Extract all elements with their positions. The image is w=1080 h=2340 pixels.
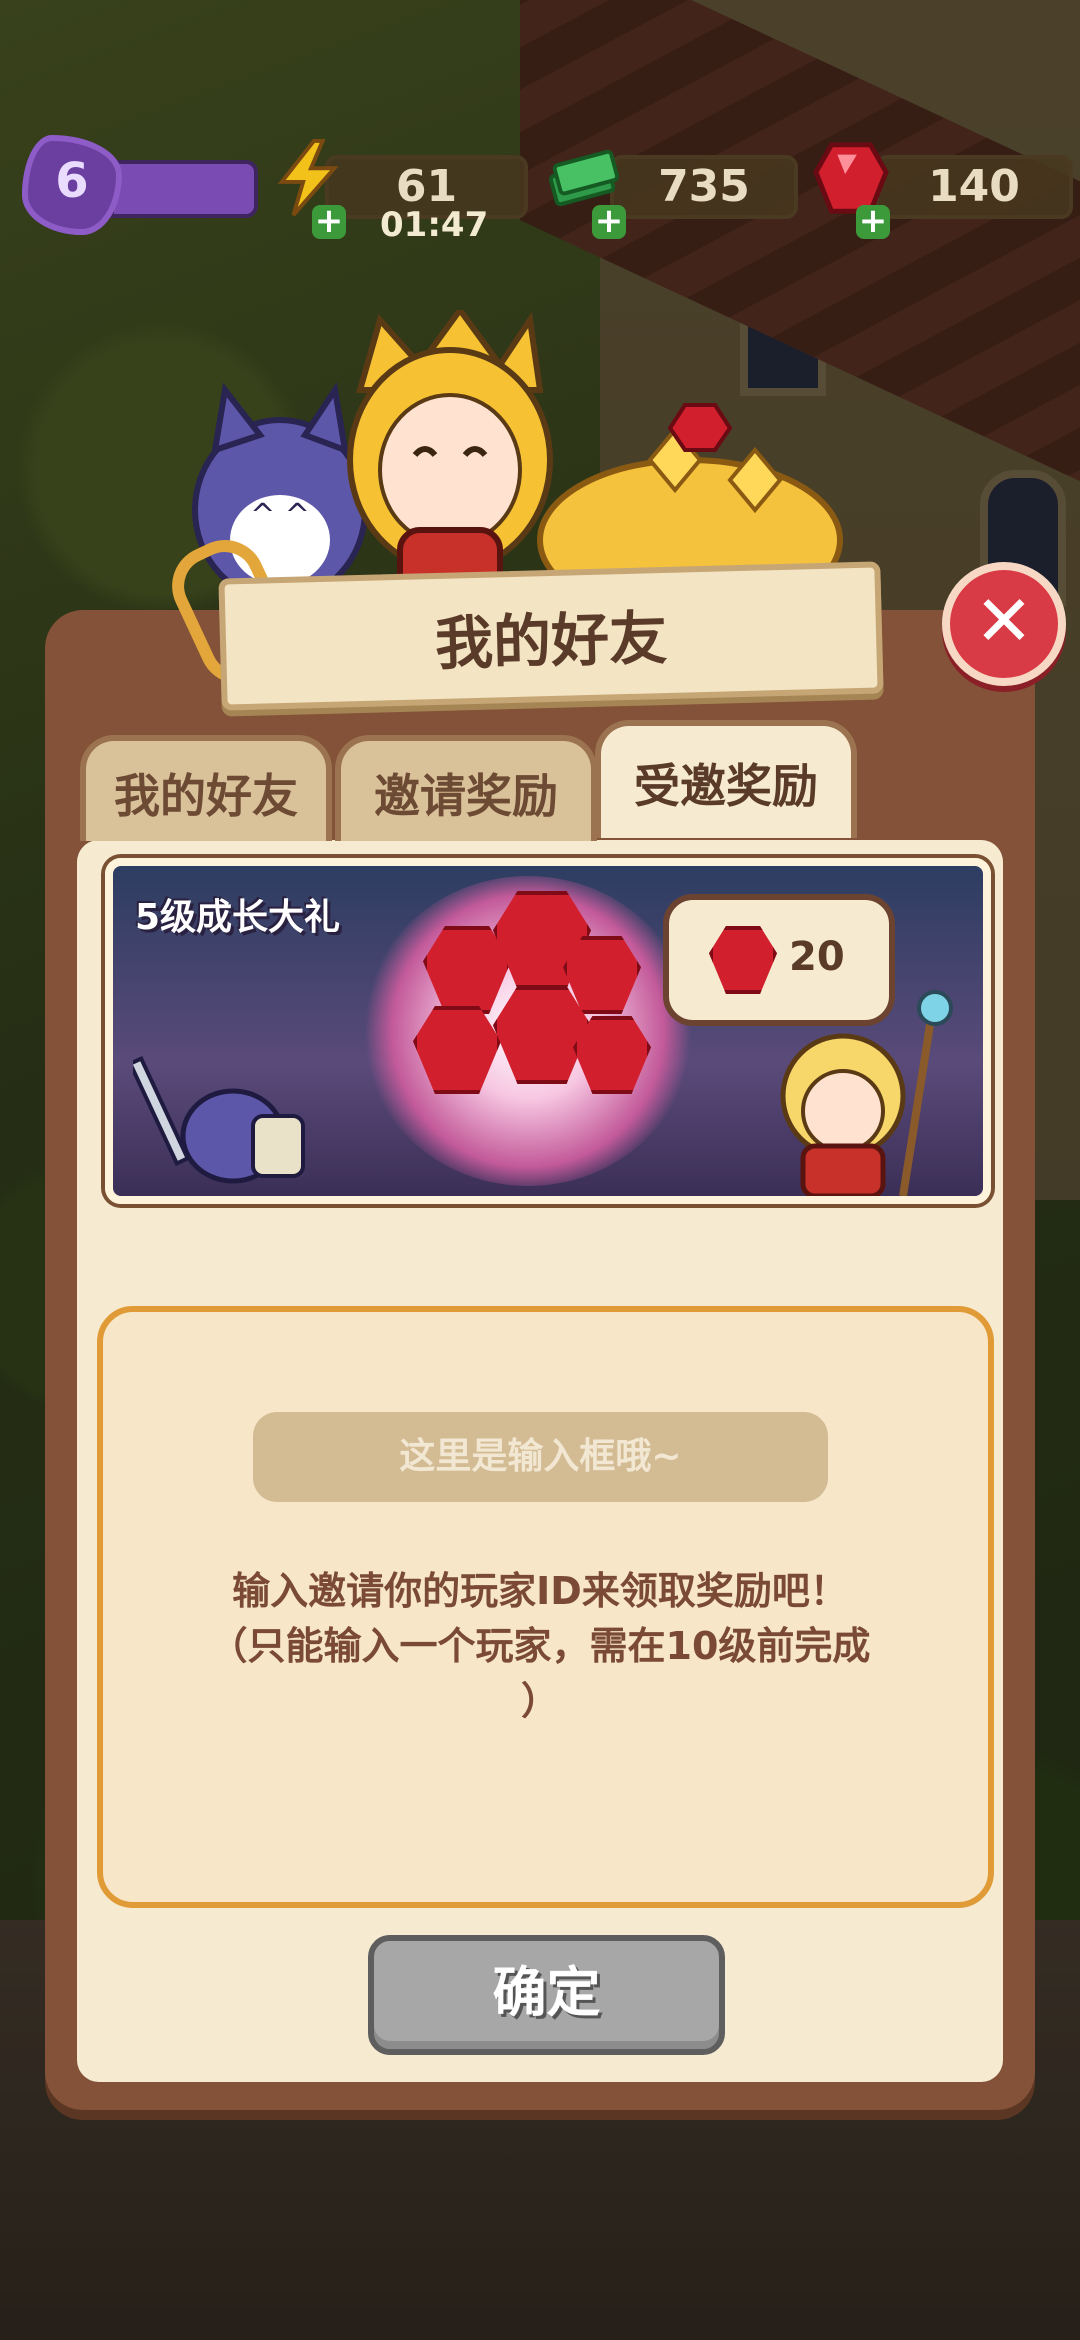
close-icon: ✕ [974,580,1034,662]
add-energy-button[interactable]: + [312,204,346,239]
knight-cat-character [133,1055,305,1184]
gem-value: 140 [928,161,1020,212]
cash-counter: 735 [610,155,798,219]
tab-label: 邀请奖励 [374,769,558,823]
mage-character [780,990,953,1196]
reward-banner: 5级成长大礼 20 [105,858,991,1204]
instruction-note-end: ） [520,1679,559,1723]
banner-title: 5级成长大礼 [135,897,341,938]
level-progress-bar [110,160,258,218]
level-number: 6 [55,153,89,209]
level-badge[interactable]: 6 [22,135,122,235]
energy-timer: 01:47 [380,205,489,245]
instruction-note: （只能输入一个玩家，需在10级前完成 [209,1624,871,1668]
dialog-title: 我的好友 [434,603,668,679]
add-gems-button[interactable]: + [856,204,890,239]
tab-label: 我的好友 [114,769,298,823]
gem-counter: 140 [875,155,1073,219]
close-button[interactable]: ✕ [942,562,1066,686]
tab-my-friends[interactable]: 我的好友 [80,735,332,841]
svg-text:^ ^: ^ ^ [250,498,310,533]
add-cash-button[interactable]: + [592,204,626,239]
top-hud: 6 61 + 01:47 735 + 140 + [0,125,1080,245]
tab-label: 受邀奖励 [634,759,818,813]
title-ribbon: 我的好友 [218,561,884,711]
tab-invited-rewards[interactable]: 受邀奖励 [595,720,857,838]
inviter-id-input[interactable]: 这里是输入框哦~ [253,1412,828,1502]
king-character [347,310,553,610]
cash-value: 735 [658,161,750,212]
reward-amount: 20 [789,934,845,980]
ruby-icon [709,926,777,994]
confirm-button[interactable]: 确定 [368,1935,725,2055]
tab-invite-rewards[interactable]: 邀请奖励 [335,735,597,841]
instruction-text: 输入邀请你的玩家ID来领取奖励吧！ [232,1569,848,1613]
